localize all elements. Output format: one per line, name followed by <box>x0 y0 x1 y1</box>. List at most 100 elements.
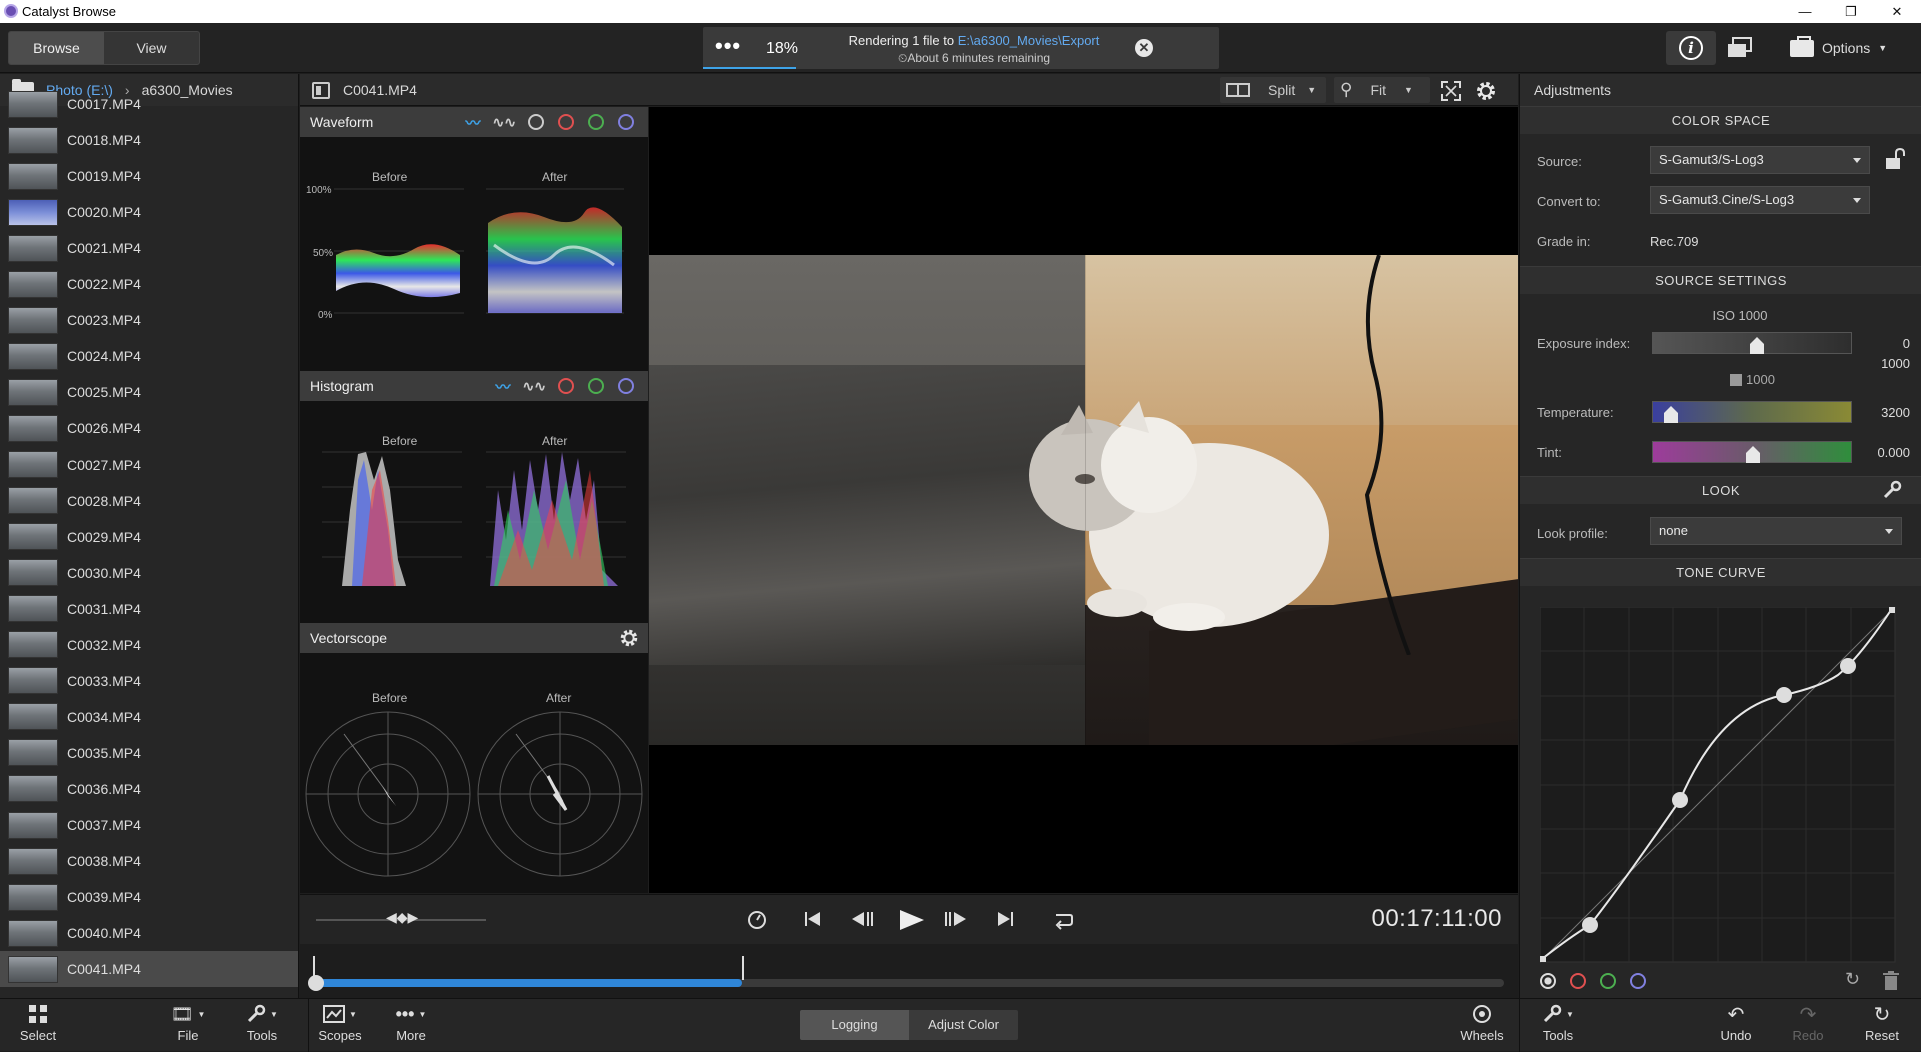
file-list-item[interactable]: C0033.MP4 <box>0 663 298 699</box>
select-button[interactable]: Select <box>8 1003 68 1043</box>
render-menu-icon[interactable]: ••• <box>715 33 741 59</box>
wrench-icon[interactable] <box>1882 480 1902 500</box>
red-channel-icon[interactable] <box>558 114 574 130</box>
file-list-item[interactable]: C0034.MP4 <box>0 699 298 735</box>
maximize-button[interactable]: ❐ <box>1828 0 1874 23</box>
fullscreen-icon[interactable] <box>1440 80 1462 102</box>
file-list-item[interactable]: C0037.MP4 <box>0 807 298 843</box>
lock-icon[interactable] <box>1884 148 1908 170</box>
exposure-slider[interactable] <box>1652 332 1852 354</box>
slider-thumb[interactable] <box>1749 337 1765 355</box>
convert-dropdown[interactable]: S-Gamut3.Cine/S-Log3 <box>1650 186 1870 214</box>
file-list-item[interactable]: C0019.MP4 <box>0 158 298 194</box>
close-window-button[interactable]: ✕ <box>1874 0 1920 23</box>
file-list-item[interactable]: C0040.MP4 <box>0 915 298 951</box>
file-list-item[interactable]: C0041.MP4 <box>0 951 298 988</box>
green-channel-icon[interactable] <box>588 114 604 130</box>
playhead[interactable] <box>742 956 745 980</box>
temperature-slider[interactable] <box>1652 401 1852 423</box>
red-channel-icon[interactable] <box>558 378 574 394</box>
file-list-item[interactable]: C0023.MP4 <box>0 302 298 338</box>
tab-browse[interactable]: Browse <box>9 32 104 64</box>
slider-thumb[interactable] <box>1663 406 1679 424</box>
file-list-item[interactable]: C0036.MP4 <box>0 771 298 807</box>
split-dropdown[interactable]: Split ▼ <box>1220 77 1326 103</box>
file-button[interactable]: 🎞 ▼ File <box>158 1003 218 1044</box>
cancel-render-button[interactable]: ✕ <box>1135 39 1153 57</box>
skip-to-start-icon[interactable] <box>802 908 824 930</box>
timeline[interactable] <box>300 944 1518 998</box>
file-list-item[interactable]: C0038.MP4 <box>0 843 298 879</box>
options-button[interactable]: Options ▼ <box>1790 33 1900 63</box>
file-list-item[interactable]: C0028.MP4 <box>0 483 298 519</box>
file-list-item[interactable]: C0035.MP4 <box>0 735 298 771</box>
volume-handle-icon[interactable]: ◀◆▶ <box>386 909 418 926</box>
file-list-item[interactable]: C0032.MP4 <box>0 627 298 663</box>
tools-button[interactable]: ▼ Tools <box>232 1003 292 1043</box>
curve-blue-icon[interactable] <box>1630 973 1646 989</box>
file-list-item[interactable]: C0031.MP4 <box>0 591 298 627</box>
panel-toggle-icon[interactable] <box>312 82 330 99</box>
file-list-item[interactable]: C0027.MP4 <box>0 447 298 483</box>
file-name: C0019.MP4 <box>67 168 141 185</box>
in-point-handle[interactable] <box>308 975 324 991</box>
file-list-item[interactable]: C0030.MP4 <box>0 555 298 591</box>
trash-icon[interactable] <box>1882 971 1900 991</box>
file-list-item[interactable]: C0020.MP4 <box>0 194 298 230</box>
zoom-dropdown[interactable]: ⚲ Fit ▼ <box>1334 77 1430 103</box>
histogram-parade-icon[interactable]: ∿∿ <box>523 378 546 395</box>
look-profile-dropdown[interactable]: none <box>1650 517 1902 545</box>
tools-right-button[interactable]: ▼ Tools <box>1528 1003 1588 1043</box>
file-list-item[interactable]: C0017.MP4 <box>0 86 298 122</box>
video-viewer[interactable] <box>649 107 1518 893</box>
file-list-item[interactable]: C0029.MP4 <box>0 519 298 555</box>
export-path-link[interactable]: E:\a6300_Movies\Export <box>958 33 1100 48</box>
reset-button[interactable]: ↻ Reset <box>1852 1003 1912 1044</box>
tone-curve-graph[interactable] <box>1540 607 1900 967</box>
curve-reset-icon[interactable]: ↻ <box>1845 969 1860 990</box>
file-list-item[interactable]: C0026.MP4 <box>0 410 298 446</box>
scopes-button[interactable]: ▼ Scopes <box>310 1003 370 1043</box>
copy-button[interactable] <box>1726 35 1754 61</box>
tab-logging[interactable]: Logging <box>800 1010 909 1040</box>
file-list-item[interactable]: C0025.MP4 <box>0 374 298 410</box>
luma-channel-icon[interactable] <box>528 114 544 130</box>
more-button[interactable]: ••• ▼ More <box>381 1003 441 1044</box>
gear-icon[interactable] <box>1474 79 1498 103</box>
file-list-item[interactable]: C0024.MP4 <box>0 338 298 374</box>
file-list-item[interactable]: C0018.MP4 <box>0 122 298 158</box>
file-list-item[interactable]: C0022.MP4 <box>0 266 298 302</box>
step-back-icon[interactable] <box>848 908 874 930</box>
undo-button[interactable]: ↶ Undo <box>1706 1003 1766 1044</box>
waveform-overlay-icon[interactable]: 〰 <box>466 112 481 133</box>
tab-view[interactable]: View <box>104 32 199 64</box>
skip-to-end-icon[interactable] <box>994 908 1016 930</box>
gear-icon[interactable] <box>618 627 640 649</box>
blue-channel-icon[interactable] <box>618 378 634 394</box>
info-button[interactable]: i <box>1666 31 1716 65</box>
loop-icon[interactable] <box>1052 908 1076 930</box>
top-toolbar: Browse View ••• 18% Rendering 1 file to … <box>0 23 1921 73</box>
wheels-button[interactable]: Wheels <box>1452 1003 1512 1043</box>
file-list-item[interactable]: C0021.MP4 <box>0 230 298 266</box>
step-forward-icon[interactable] <box>944 908 970 930</box>
bottom-toolbar: Select 🎞 ▼ File ▼ Tools ▼ Scopes ••• ▼ Mor… <box>0 998 1921 1052</box>
minimize-button[interactable]: — <box>1782 0 1828 23</box>
slider-thumb[interactable] <box>1745 446 1761 464</box>
histogram-overlay-icon[interactable]: 〰 <box>496 376 511 397</box>
tab-adjust-color[interactable]: Adjust Color <box>909 1010 1018 1040</box>
look-header: LOOK <box>1520 476 1921 504</box>
curve-green-icon[interactable] <box>1600 973 1616 989</box>
source-dropdown[interactable]: S-Gamut3/S-Log3 <box>1650 146 1870 174</box>
play-icon[interactable] <box>896 908 926 932</box>
timer-icon[interactable] <box>746 908 768 930</box>
green-channel-icon[interactable] <box>588 378 604 394</box>
curve-luma-icon[interactable] <box>1540 973 1556 989</box>
blue-channel-icon[interactable] <box>618 114 634 130</box>
curve-red-icon[interactable] <box>1570 973 1586 989</box>
waveform-parade-icon[interactable]: ∿∿ <box>493 114 516 131</box>
redo-button[interactable]: ↷ Redo <box>1778 1003 1838 1044</box>
file-list-item[interactable]: C0039.MP4 <box>0 879 298 915</box>
scopes-icon <box>323 1005 346 1023</box>
tint-slider[interactable] <box>1652 441 1852 463</box>
